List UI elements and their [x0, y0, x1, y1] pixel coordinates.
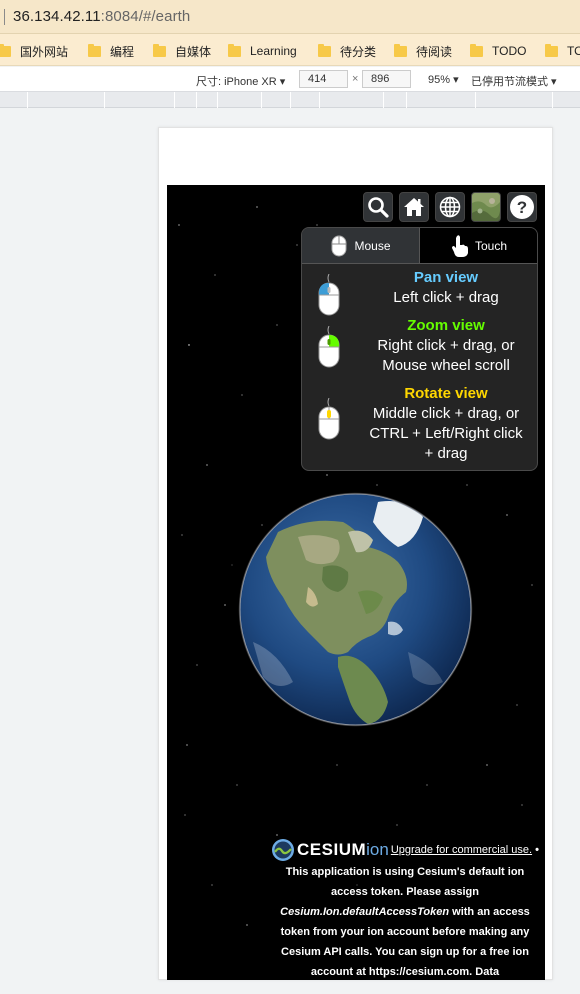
address-bar[interactable]: 36.134.42.11:8084/#/earth: [0, 0, 580, 34]
bookmark-item[interactable]: 待阅读: [394, 42, 452, 60]
tab-touch[interactable]: Touch: [420, 228, 537, 264]
folder-icon: [0, 43, 11, 57]
svg-text:?: ?: [517, 198, 527, 217]
more-icon[interactable]: ⋮: [576, 73, 580, 86]
bookmark-label: TO: [567, 44, 580, 58]
cesium-logo-icon: [272, 839, 295, 861]
bookmark-label: 待分类: [340, 44, 377, 59]
scene-mode-button[interactable]: [435, 192, 465, 222]
pan-view-title: Pan view: [413, 269, 479, 286]
bookmark-label: TODO: [492, 44, 527, 58]
bookmark-item[interactable]: 国外网站: [0, 42, 68, 60]
zoom-select[interactable]: 95% ▾: [428, 73, 459, 86]
folder-icon: [88, 43, 101, 57]
zoom-view-text: Zoom view Right click + drag, or Mouse w…: [356, 316, 536, 376]
bookmark-item[interactable]: TO: [545, 42, 580, 60]
height-input[interactable]: 896: [362, 70, 411, 88]
rotate-view-line: CTRL + Left/Right click: [369, 425, 523, 442]
search-icon: [368, 197, 389, 218]
device-select[interactable]: 尺寸: iPhone XR ▾: [196, 73, 285, 89]
bookmarks-bar: 国外网站 编程 自媒体 Learning 待分类 待阅读 TODO TO: [0, 34, 580, 66]
right-click-mouse-icon: [318, 326, 340, 368]
bookmark-label: 国外网站: [20, 44, 69, 59]
cesium-ion-logo[interactable]: CESIUM ion: [271, 838, 389, 862]
pan-view-line: Left click + drag: [393, 289, 499, 306]
imagery-icon: [472, 193, 500, 221]
middle-click-mouse-icon: [318, 398, 340, 440]
device-label: 尺寸: iPhone XR: [196, 76, 277, 88]
address-bar-divider: [4, 9, 5, 25]
viewer-toolbar: ?: [363, 192, 537, 222]
width-input[interactable]: 414: [299, 70, 348, 88]
cesium-viewer[interactable]: ? Mouse Touch Pan view Left click + drag: [167, 185, 545, 980]
bookmark-item[interactable]: 待分类: [318, 42, 376, 60]
rotate-view-title: Rotate view: [404, 385, 488, 402]
bookmark-label: Learning: [250, 44, 297, 58]
rotate-view-line: Middle click + drag, or: [372, 405, 520, 422]
help-icon: ?: [510, 195, 534, 219]
bookmark-item[interactable]: 自媒体: [153, 42, 211, 60]
bookmark-item[interactable]: TODO: [470, 42, 526, 60]
url-path: :8084/#/earth: [100, 8, 191, 25]
zoom-view-title: Zoom view: [407, 317, 485, 334]
credits-container: CESIUM ion Upgrade for commercial use. • …: [267, 838, 543, 980]
url-text[interactable]: 36.134.42.11:8084/#/earth: [13, 8, 190, 25]
navigation-help-button[interactable]: ?: [507, 192, 537, 222]
times-sign: ×: [352, 73, 359, 85]
folder-icon: [228, 43, 241, 57]
zoom-view-line: Mouse wheel scroll: [382, 357, 510, 374]
logo-word: CESIUM: [297, 840, 367, 859]
pan-view-text: Pan view Left click + drag: [356, 268, 536, 308]
tab-mouse[interactable]: Mouse: [302, 228, 420, 264]
zoom-view-line: Right click + drag, or: [377, 337, 515, 354]
navigation-help-panel: Mouse Touch Pan view Left click + drag Z…: [301, 227, 538, 471]
folder-icon: [470, 43, 483, 57]
folder-icon: [394, 43, 407, 57]
folder-icon: [318, 43, 331, 57]
bookmark-label: 待阅读: [416, 44, 453, 59]
tab-mouse-label: Mouse: [354, 238, 391, 253]
device-toolbar: 尺寸: iPhone XR ▾ 414 × 896 95% ▾ 已停用节流模式 …: [0, 67, 580, 92]
home-icon: [404, 198, 424, 216]
upgrade-link[interactable]: Upgrade for commercial use.: [391, 844, 532, 856]
bookmark-item[interactable]: 编程: [88, 42, 134, 60]
geocoder-button[interactable]: [363, 192, 393, 222]
base-layer-picker-button[interactable]: [471, 192, 501, 222]
bookmark-label: 编程: [110, 44, 135, 59]
globe-icon: [439, 196, 461, 218]
tab-touch-label: Touch: [474, 238, 508, 253]
left-click-mouse-icon: [318, 274, 340, 316]
token-name: Cesium.Ion.defaultAccessToken: [280, 906, 450, 918]
folder-icon: [545, 43, 558, 57]
throttle-select[interactable]: 已停用节流模式 ▾: [471, 73, 557, 89]
folder-icon: [153, 43, 166, 57]
hand-pointer-icon: [451, 234, 468, 257]
media-query-ruler: [0, 92, 580, 108]
home-button[interactable]: [399, 192, 429, 222]
logo-suffix: ion: [366, 840, 389, 859]
rotate-view-text: Rotate view Middle click + drag, or CTRL…: [356, 384, 536, 464]
bookmark-item[interactable]: Learning: [228, 42, 297, 60]
navigation-help-tabs: Mouse Touch: [302, 228, 537, 264]
earth-globe[interactable]: [238, 492, 473, 727]
rotate-view-line: + drag: [424, 445, 468, 462]
throttle-label: 已停用节流模式: [471, 76, 548, 88]
zoom-label: 95%: [428, 74, 451, 86]
bookmark-label: 自媒体: [175, 44, 212, 59]
url-host: 36.134.42.11: [13, 8, 101, 25]
mouse-icon: [331, 235, 347, 256]
